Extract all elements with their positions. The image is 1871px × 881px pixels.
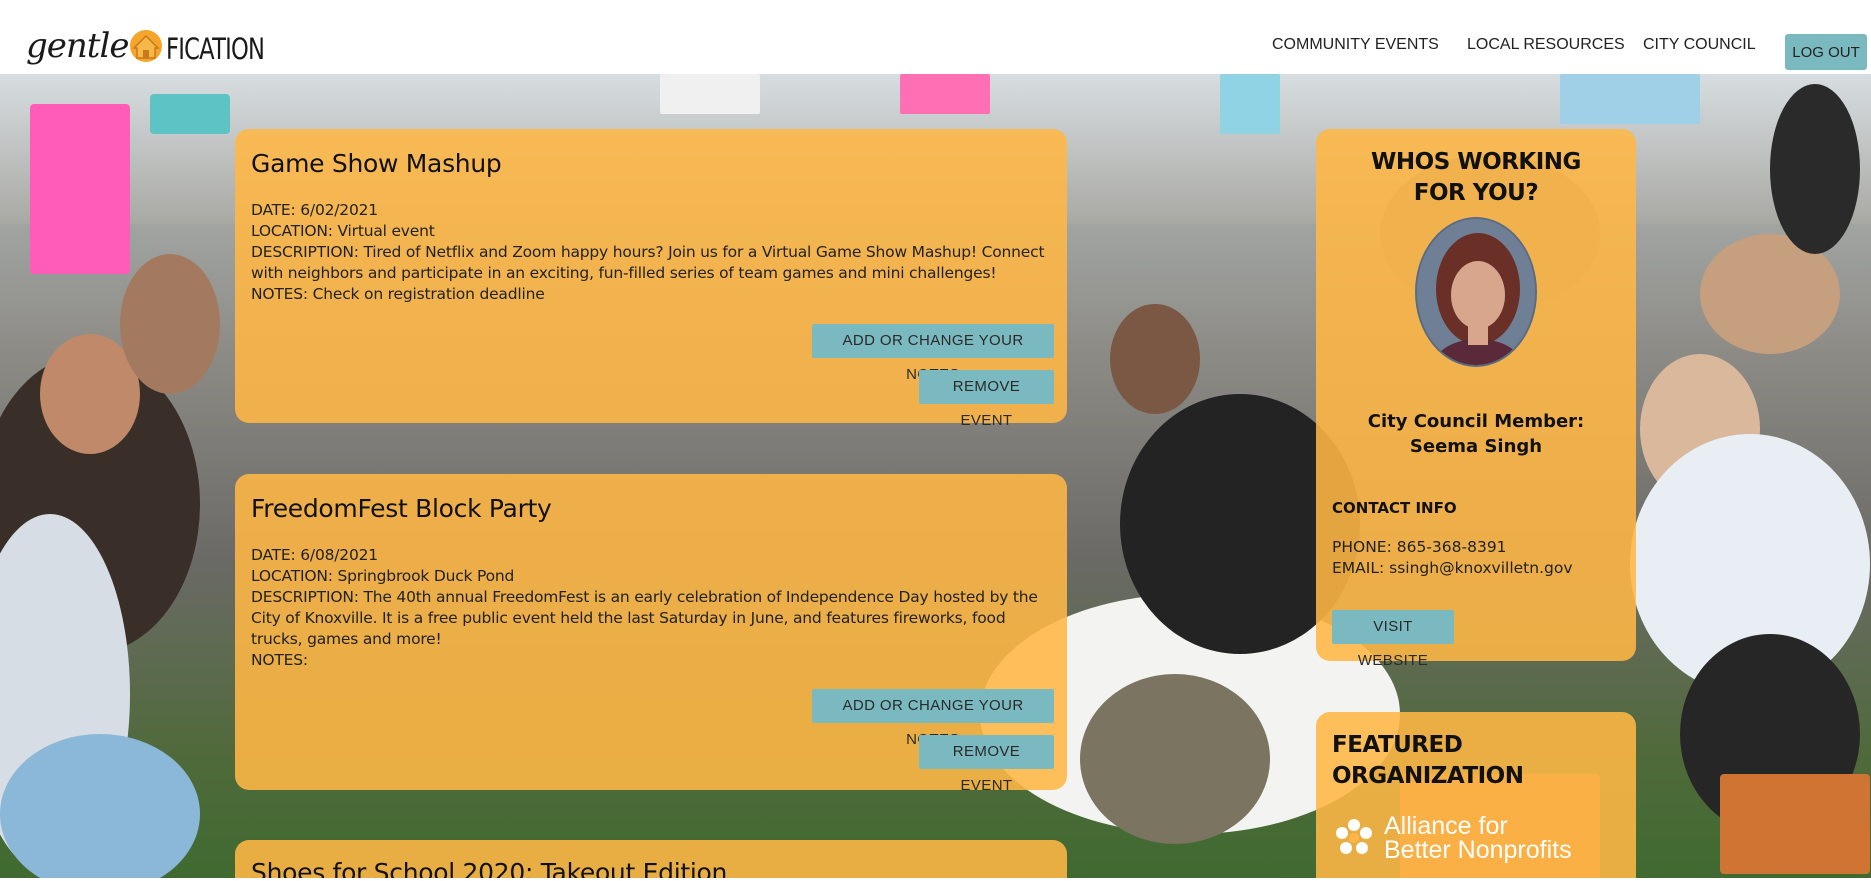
visit-website-button[interactable]: VISIT WEBSITE <box>1332 610 1454 669</box>
nav-city-council[interactable]: CITY COUNCIL <box>1643 36 1756 54</box>
featured-org-logo[interactable]: Alliance for Better Nonprofits <box>1332 812 1620 864</box>
event-card: FreedomFest Block Party DATE: 6/08/2021 … <box>235 474 1067 794</box>
council-member-card: WHOS WORKING FOR YOU? City Council Membe… <box>1316 129 1636 669</box>
edit-notes-button[interactable]: ADD OR CHANGE YOUR NOTES <box>812 689 1054 748</box>
contact-info-heading: CONTACT INFO <box>1332 499 1457 517</box>
remove-event-button[interactable]: REMOVE EVENT <box>919 735 1054 794</box>
event-date: DATE: 6/02/2021 <box>251 201 378 219</box>
logo-script-text: gentle <box>26 26 129 66</box>
event-location: LOCATION: Virtual event <box>251 222 435 240</box>
council-member-title: City Council Member: <box>1367 411 1585 432</box>
featured-heading: FEATURED ORGANIZATION <box>1332 732 1524 789</box>
featured-org-name: Alliance for Better Nonprofits <box>1384 812 1572 864</box>
featured-org-line1: Alliance for <box>1384 812 1508 840</box>
event-title: FreedomFest Block Party <box>251 494 552 523</box>
event-location: LOCATION: Springbrook Duck Pond <box>251 567 515 585</box>
event-notes: NOTES: Check on registration deadline <box>251 285 545 303</box>
portrait-image <box>1417 219 1535 365</box>
top-navbar: gentle FICATION COMMUNITY EVENTS LOCAL R… <box>0 0 1871 74</box>
nav-community-events[interactable]: COMMUNITY EVENTS <box>1272 36 1439 54</box>
edit-notes-button[interactable]: ADD OR CHANGE YOUR NOTES <box>812 324 1054 383</box>
event-title: Game Show Mashup <box>251 149 502 178</box>
contact-email: EMAIL: ssingh@knoxvilletn.gov <box>1332 559 1573 577</box>
contact-phone: PHONE: 865-368-8391 <box>1332 538 1507 556</box>
logout-button[interactable]: LOG OUT <box>1785 34 1867 70</box>
flower-logo-icon <box>1336 819 1372 854</box>
logo-caps-text: FICATION <box>166 32 265 66</box>
event-description: DESCRIPTION: The 40th annual FreedomFest… <box>251 588 1038 648</box>
event-date: DATE: 6/08/2021 <box>251 546 378 564</box>
event-card: Shoes for School 2020: Takeout Edition <box>235 840 1067 881</box>
featured-organization-card: FEATURED ORGANIZATION Alliance for Bette… <box>1316 712 1636 881</box>
house-logo-icon <box>130 30 162 62</box>
nav-local-resources[interactable]: LOCAL RESOURCES <box>1467 36 1625 54</box>
event-notes: NOTES: <box>251 651 308 669</box>
council-member-photo <box>1415 217 1537 367</box>
event-card: Game Show Mashup DATE: 6/02/2021 LOCATIO… <box>235 129 1067 429</box>
site-logo[interactable]: gentle FICATION <box>26 12 266 92</box>
council-heading: WHOS WORKING FOR YOU? <box>1371 149 1581 206</box>
remove-event-button[interactable]: REMOVE EVENT <box>919 370 1054 429</box>
featured-org-line2: Better Nonprofits <box>1384 836 1572 864</box>
event-description: DESCRIPTION: Tired of Netflix and Zoom h… <box>251 243 1045 282</box>
council-member-name: Seema Singh <box>1409 436 1543 457</box>
